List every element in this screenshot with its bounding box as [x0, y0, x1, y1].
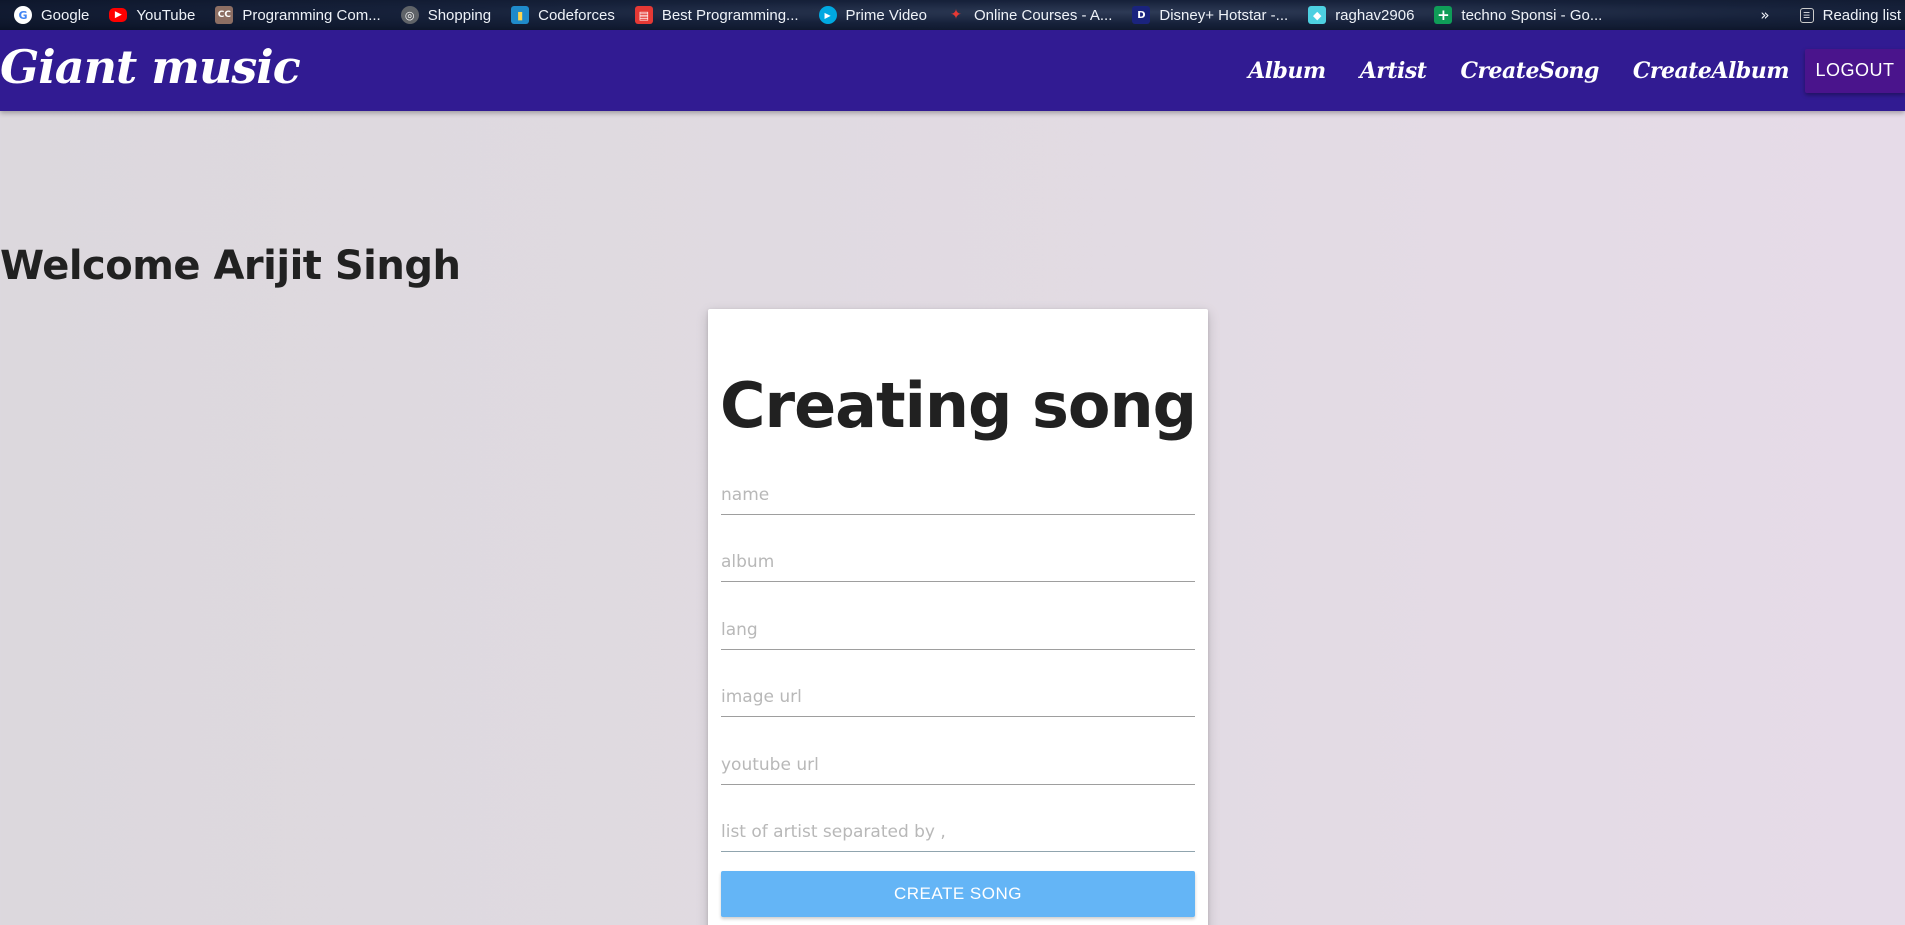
- anime-avatar-icon: ◆: [1308, 6, 1327, 24]
- reading-list-button[interactable]: ☰ Reading list: [1799, 0, 1901, 30]
- bookmark-label: techno Sponsi - Go...: [1461, 6, 1603, 24]
- app-navbar: Giant music Album Artist CreateSong Crea…: [0, 30, 1905, 111]
- image-url-input[interactable]: [721, 677, 1195, 717]
- more-bookmarks-button[interactable]: »: [1760, 6, 1769, 24]
- logout-button[interactable]: LOGOUT: [1805, 48, 1905, 93]
- create-song-button[interactable]: CREATE SONG: [721, 871, 1195, 917]
- bookmark-google[interactable]: G Google: [14, 0, 89, 30]
- prime-video-icon: ▶: [818, 6, 837, 24]
- brand-logo[interactable]: Giant music: [0, 40, 301, 94]
- courses-icon: ✦: [950, 7, 962, 23]
- sheets-icon: +: [1434, 6, 1453, 24]
- bookmark-label: raghav2906: [1335, 6, 1415, 24]
- globe-icon: ◎: [400, 6, 419, 24]
- name-input[interactable]: [721, 475, 1195, 515]
- reading-list-icon: ☰: [1799, 7, 1814, 23]
- bookmark-label: Codeforces: [538, 6, 615, 24]
- form-title: Creating song: [720, 369, 1197, 442]
- youtube-icon: ▶: [109, 8, 128, 22]
- hotstar-icon: D: [1132, 6, 1151, 24]
- codeforces-icon: ▮: [511, 6, 530, 24]
- bookmark-programming[interactable]: CC Programming Com...: [215, 0, 381, 30]
- book-icon: ▤: [634, 6, 653, 24]
- nav-createsong-link[interactable]: CreateSong: [1460, 58, 1599, 84]
- album-input[interactable]: [721, 542, 1195, 582]
- welcome-heading: Welcome Arijit Singh: [0, 243, 461, 289]
- bookmark-techno-sponsi[interactable]: + techno Sponsi - Go...: [1434, 0, 1602, 30]
- bookmark-label: Google: [41, 6, 90, 24]
- google-icon: G: [14, 6, 32, 24]
- youtube-url-input[interactable]: [721, 745, 1195, 785]
- bookmark-youtube[interactable]: ▶ YouTube: [109, 0, 195, 30]
- lang-input[interactable]: [721, 610, 1195, 650]
- bookmark-online-courses[interactable]: ✦ Online Courses - A...: [947, 0, 1112, 30]
- bookmark-raghav[interactable]: ◆ raghav2906: [1308, 0, 1414, 30]
- bookmark-label: Disney+ Hotstar -...: [1159, 6, 1289, 24]
- bookmark-label: Online Courses - A...: [973, 6, 1113, 24]
- bookmarks-bar: G Google ▶ YouTube CC Programming Com...…: [0, 0, 1905, 30]
- create-song-card: Creating song CREATE SONG: [708, 309, 1208, 925]
- artists-input[interactable]: [721, 812, 1195, 852]
- bookmark-label: Shopping: [427, 6, 492, 24]
- bookmark-label: Programming Com...: [242, 6, 381, 24]
- bookmark-shopping[interactable]: ◎ Shopping: [400, 0, 492, 30]
- bookmark-hotstar[interactable]: D Disney+ Hotstar -...: [1132, 0, 1288, 30]
- bookmark-codeforces[interactable]: ▮ Codeforces: [511, 0, 615, 30]
- nav-createalbum-link[interactable]: CreateAlbum: [1633, 58, 1790, 84]
- codechef-icon: CC: [215, 6, 234, 24]
- nav-album-link[interactable]: Album: [1248, 58, 1326, 84]
- reading-list-label: Reading list: [1822, 6, 1901, 24]
- nav-artist-link[interactable]: Artist: [1360, 58, 1427, 84]
- bookmark-label: Best Programming...: [661, 6, 799, 24]
- bookmark-label: YouTube: [136, 6, 196, 24]
- nav-links: Album Artist CreateSong CreateAlbum LOGO…: [1248, 30, 1905, 111]
- bookmark-label: Prime Video: [845, 6, 927, 24]
- bookmark-best-programming[interactable]: ▤ Best Programming...: [634, 0, 799, 30]
- bookmark-prime-video[interactable]: ▶ Prime Video: [818, 0, 927, 30]
